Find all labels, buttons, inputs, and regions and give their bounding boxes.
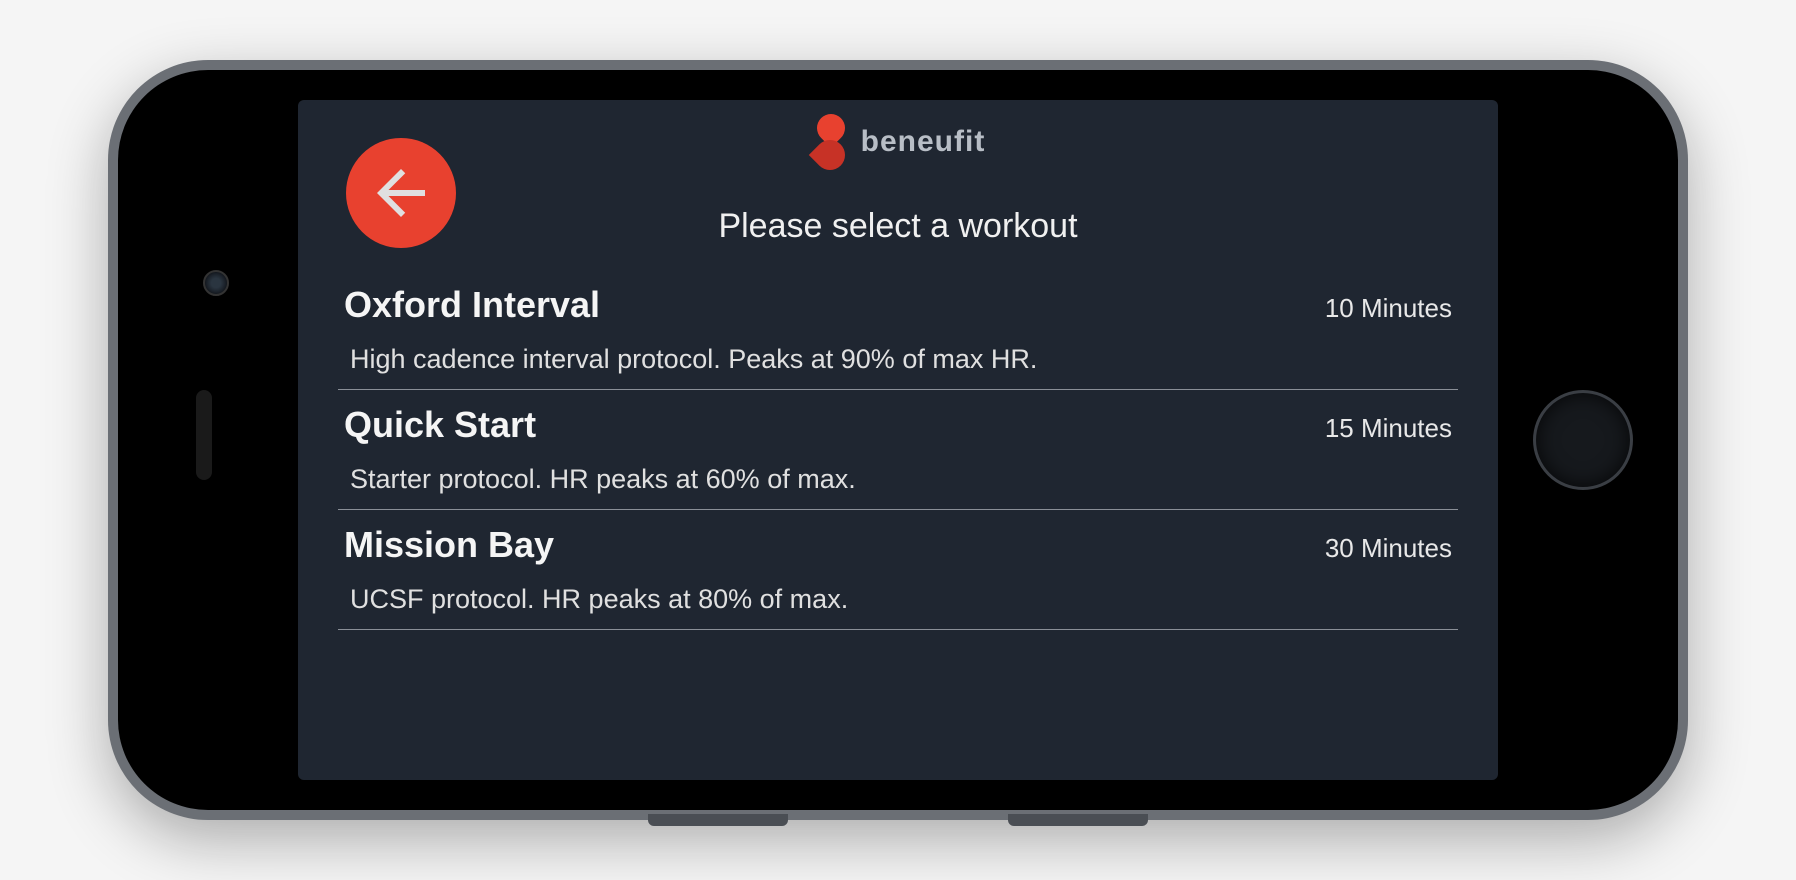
workout-duration: 15 Minutes (1325, 413, 1452, 444)
workout-item-oxford-interval[interactable]: Oxford Interval 10 Minutes High cadence … (338, 270, 1458, 390)
app-screen: beneufit Please select a workout Oxford … (298, 100, 1498, 780)
workout-list: Oxford Interval 10 Minutes High cadence … (298, 246, 1498, 630)
workout-item-header: Quick Start 15 Minutes (344, 404, 1452, 446)
workout-name: Oxford Interval (344, 284, 600, 326)
back-button[interactable] (346, 138, 456, 248)
workout-item-header: Mission Bay 30 Minutes (344, 524, 1452, 566)
workout-name: Mission Bay (344, 524, 554, 566)
brand-logo-icon (811, 114, 851, 170)
brand-name: beneufit (861, 125, 986, 159)
workout-description: Starter protocol. HR peaks at 60% of max… (350, 464, 1452, 495)
app-header: beneufit Please select a workout (298, 100, 1498, 246)
workout-description: High cadence interval protocol. Peaks at… (350, 344, 1452, 375)
phone-bezel: beneufit Please select a workout Oxford … (118, 70, 1678, 810)
home-button[interactable] (1533, 390, 1633, 490)
workout-item-header: Oxford Interval 10 Minutes (344, 284, 1452, 326)
phone-edge-buttons (648, 814, 1148, 826)
front-camera (203, 270, 229, 296)
workout-duration: 10 Minutes (1325, 293, 1452, 324)
page-title: Please select a workout (298, 207, 1498, 246)
workout-item-mission-bay[interactable]: Mission Bay 30 Minutes UCSF protocol. HR… (338, 510, 1458, 630)
edge-button (1008, 814, 1148, 826)
workout-description: UCSF protocol. HR peaks at 80% of max. (350, 584, 1452, 615)
earpiece-speaker (196, 390, 212, 480)
workout-item-quick-start[interactable]: Quick Start 15 Minutes Starter protocol.… (338, 390, 1458, 510)
arrow-left-icon (365, 157, 437, 229)
brand-logo: beneufit (811, 114, 986, 170)
workout-name: Quick Start (344, 404, 536, 446)
phone-device-frame: beneufit Please select a workout Oxford … (108, 60, 1688, 820)
edge-button (648, 814, 788, 826)
workout-duration: 30 Minutes (1325, 533, 1452, 564)
